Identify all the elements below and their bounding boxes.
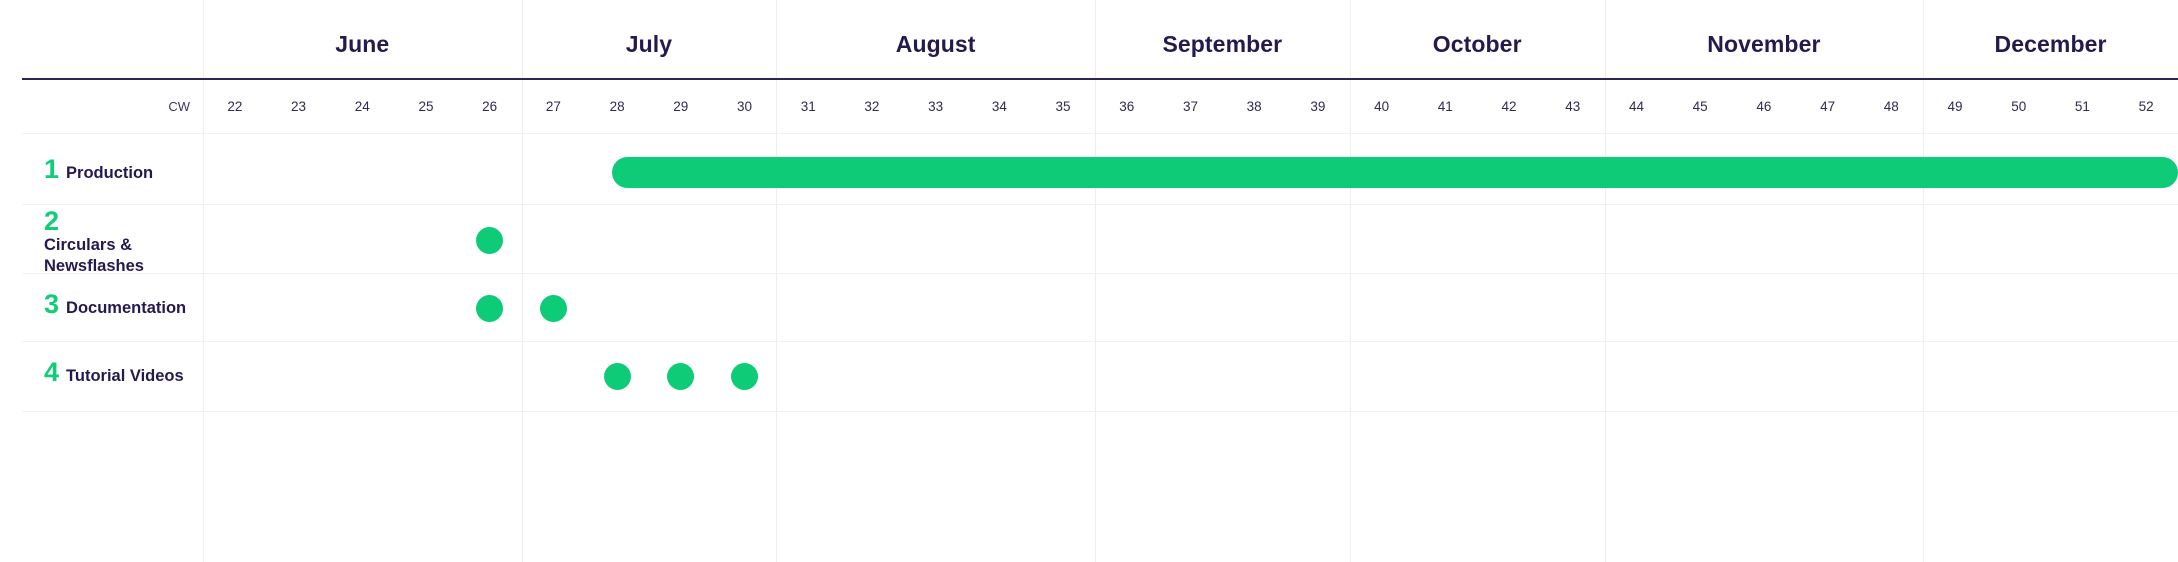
timeline-bars-layer [0, 0, 2178, 562]
milestone-tutorial-videos-cw29[interactable] [667, 363, 695, 390]
milestone-circulars-newsflashes-cw26[interactable] [476, 227, 504, 254]
gantt-bar-production[interactable] [612, 157, 2178, 188]
milestone-tutorial-videos-cw28[interactable] [603, 363, 631, 390]
milestone-tutorial-videos-cw30[interactable] [731, 363, 759, 390]
milestone-documentation-cw27[interactable] [539, 295, 567, 322]
gantt-chart: June July August September October November De… [0, 0, 2178, 562]
milestone-documentation-cw26[interactable] [476, 295, 504, 322]
